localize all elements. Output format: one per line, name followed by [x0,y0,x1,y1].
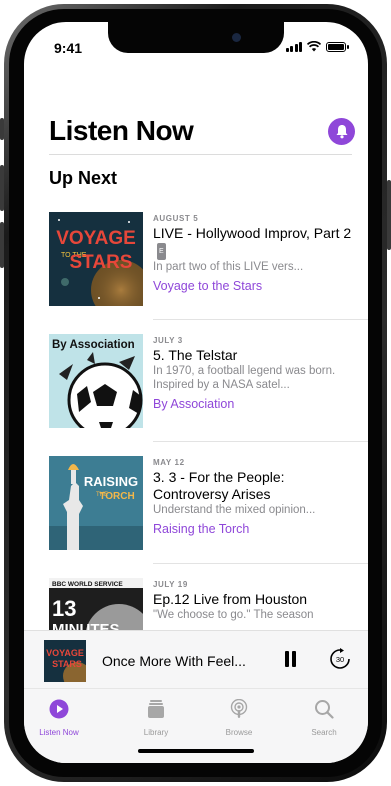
row-divider [153,563,368,564]
episode-description: In 1970, a football legend was born. Ins… [153,365,336,391]
episode-artwork: RAISING THE TORCH [49,456,143,550]
episode-date: AUGUST 5 [153,214,199,223]
mute-switch [0,118,4,140]
show-link[interactable]: Raising the Torch [153,522,354,536]
art-text: BBC WORLD SERVICE [52,581,123,588]
battery-icon [326,42,349,52]
bell-icon [336,125,347,139]
skip-forward-button[interactable]: 30 [329,648,351,675]
art-text: By Association [52,339,135,351]
episode-date: JULY 19 [153,580,188,589]
explicit-badge: E [157,242,166,260]
status-icons [285,41,349,52]
page-title: Listen Now [49,115,194,146]
home-indicator[interactable] [138,749,254,753]
tab-label: Browse [225,728,253,737]
volume-up-button [0,165,4,211]
library-icon [148,700,164,718]
pause-button[interactable] [285,651,296,667]
header-divider [49,154,352,155]
tab-label: Search [311,728,337,737]
tab-search[interactable]: Search [294,699,354,737]
episode-artwork: By Association [49,334,143,428]
episode-title: 5. The Telstar [153,347,238,363]
episode-date: MAY 12 [153,458,185,467]
front-camera [232,33,241,42]
art-text: RAISING [84,474,138,489]
episode-title: LIVE - Hollywood Improv, Part 2E [153,225,354,260]
tab-library[interactable]: Library [126,699,186,737]
row-divider [153,441,368,442]
episode-row[interactable]: RAISING THE TORCH MAY 12 3. 3 - For the … [49,456,368,564]
screen: 9:41 Listen Now Up Next VOYAGE TO THE ST… [24,22,368,763]
episode-row[interactable]: By Association JULY 3 5. The Telstar In … [49,334,368,442]
skip-forward-30-icon: 30 [330,648,350,669]
row-divider [153,319,368,320]
status-time: 9:41 [54,40,83,56]
now-playing-title: Once More With Feel... [102,653,246,669]
episode-title: 3. 3 - For the People: Controversy Arise… [153,469,285,502]
episode-date: JULY 3 [153,336,183,345]
search-icon [315,700,334,719]
svg-text:13: 13 [52,596,76,621]
episode-description: In part two of this LIVE vers... [153,260,304,273]
tab-browse[interactable]: Browse [209,698,269,737]
svg-text:VOYAGE: VOYAGE [46,648,84,658]
now-playing-artwork: VOYAGE STARS [44,640,86,682]
tab-label: Listen Now [39,728,79,737]
episode-artwork: VOYAGE TO THE STARS [49,212,143,306]
tab-listen-now[interactable]: Listen Now [29,699,89,737]
svg-text:30: 30 [336,655,344,664]
episode-description: "We choose to go." The season [153,609,314,621]
wifi-icon [307,41,321,52]
power-button [387,180,391,250]
show-link[interactable]: Voyage to the Stars [153,279,354,293]
episode-description: Understand the mixed opinion... [153,504,316,516]
episode-row[interactable]: VOYAGE TO THE STARS AUGUST 5 LIVE - Holl… [49,212,368,320]
mini-player[interactable]: VOYAGE STARS Once More With Feel... 30 [24,630,368,689]
section-title: Up Next [49,168,118,188]
signal-icon [285,42,302,52]
svg-text:TORCH: TORCH [99,491,134,502]
play-circle-icon [49,699,69,719]
podcast-icon [230,698,248,718]
svg-text:STARS: STARS [70,252,133,273]
art-text: VOYAGE [56,228,136,249]
tab-label: Library [143,728,169,737]
volume-down-button [0,222,4,268]
notifications-button[interactable] [328,118,355,145]
svg-text:STARS: STARS [52,659,82,669]
notch [108,22,284,53]
show-link[interactable]: By Association [153,397,354,411]
episode-title: Ep.12 Live from Houston [153,591,308,607]
